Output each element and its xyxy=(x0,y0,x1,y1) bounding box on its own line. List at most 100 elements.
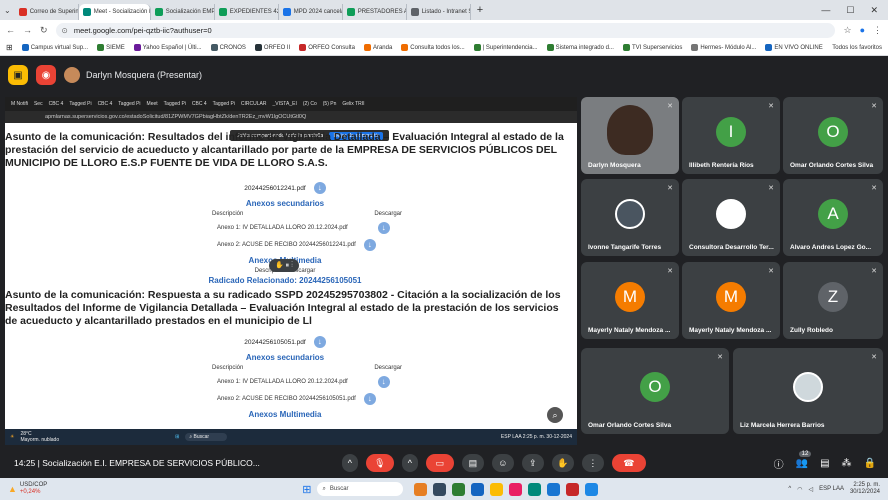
participant-tile[interactable]: ✕ Ivonne Tangarife Torres xyxy=(581,179,679,256)
tab-search-icon[interactable]: ⌄ xyxy=(4,6,11,15)
browser-tab[interactable]: Correo de Superintendencia de✕ xyxy=(15,4,79,20)
bookmark-icon xyxy=(133,43,141,51)
host-controls-icon[interactable]: 🔒 xyxy=(864,458,876,469)
menu-icon[interactable]: ⋮ xyxy=(873,25,882,36)
download-icon[interactable]: ↓ xyxy=(313,182,326,194)
browser-tab[interactable]: EXPEDIENTES 420 (13).xlsx - Ho✕ xyxy=(215,4,279,20)
browser-tab[interactable]: Meet - Socialización E.I. EM✕ xyxy=(78,4,151,20)
bookmark-icon xyxy=(401,43,409,51)
activities-icon[interactable]: ⁂ xyxy=(842,458,852,469)
info-icon[interactable]: ⓘ xyxy=(774,456,784,471)
wifi-icon[interactable]: ◠ xyxy=(797,486,802,493)
bookmark-item[interactable]: ORFEO Consulta xyxy=(299,43,355,51)
download-icon[interactable]: ↓ xyxy=(363,239,376,251)
download-icon[interactable]: ↓ xyxy=(377,376,390,388)
url-input[interactable]: ⊙ meet.google.com/pei-qztb-iic?authuser=… xyxy=(55,22,836,38)
bookmark-item[interactable]: Aranda xyxy=(363,43,392,51)
explorer-icon[interactable] xyxy=(471,482,485,496)
forward-icon[interactable]: → xyxy=(23,25,32,35)
meeting-info: 14:25 | Socialización E.I. EMPRESA DE SE… xyxy=(14,458,260,468)
participant-tile[interactable]: O ✕ Omar Orlando Cortes Silva xyxy=(581,348,729,434)
maximize-icon[interactable]: ☐ xyxy=(846,5,854,16)
reload-icon[interactable]: ↻ xyxy=(40,25,48,36)
raise-hand-button[interactable]: ✋ xyxy=(551,454,574,472)
participant-name: Consultora Desarrollo Ter... xyxy=(689,244,774,251)
acrobat-icon[interactable] xyxy=(566,482,580,496)
all-bookmarks[interactable]: Todos los favoritos xyxy=(832,45,882,51)
camera-options-icon[interactable]: ^ xyxy=(401,454,418,472)
floating-controls[interactable]: ✋ ⏸ ⋮ xyxy=(269,259,299,272)
participant-tile[interactable]: ✕ Liz Marcela Herrera Barrios xyxy=(733,348,883,434)
tray-chevron-icon[interactable]: ^ xyxy=(788,486,791,492)
excel-icon[interactable] xyxy=(452,482,466,496)
inner-search[interactable]: ⌕ Buscar xyxy=(185,433,228,441)
bookmark-item[interactable]: Campus virtual Sup... xyxy=(21,43,88,51)
screen-share-icon[interactable]: ▣ xyxy=(8,65,28,85)
leave-call-button[interactable]: ☎ xyxy=(611,454,646,472)
participant-tile[interactable]: ✕ Darlyn Mosquera xyxy=(581,97,679,174)
download-icon[interactable]: ↓ xyxy=(363,393,376,405)
download-icon[interactable]: ↓ xyxy=(377,222,390,234)
browser-tab[interactable]: PRESTADORES ACU -NO TRATA✕ xyxy=(343,4,407,20)
people-icon[interactable]: 👥 12 xyxy=(796,450,812,469)
apps-icon[interactable]: ⊞ xyxy=(6,43,13,52)
participant-tile[interactable]: M ✕ Mayerly Nataly Mendoza ... xyxy=(682,262,780,339)
inner-tab: Tagged Pi xyxy=(69,101,92,107)
windows-icon[interactable]: ⊞ xyxy=(175,434,179,440)
mic-muted-icon: ✕ xyxy=(667,268,673,275)
browser-tab[interactable]: MPD 2024 cancelación de ofic✕ xyxy=(279,4,343,20)
chrome-icon[interactable] xyxy=(490,482,504,496)
app-icon[interactable] xyxy=(528,482,542,496)
browser-tab[interactable]: Socialización EMPRESA DE SER✕ xyxy=(151,4,215,20)
participant-tile[interactable]: ✕ Consultora Desarrollo Ter... xyxy=(682,179,780,256)
download-icon[interactable]: ↓ xyxy=(313,336,326,348)
bookmark-item[interactable]: Consulta todos los... xyxy=(401,43,465,51)
windows-start-icon[interactable]: ⊞ xyxy=(302,483,311,496)
bookmark-star-icon[interactable]: ☆ xyxy=(843,25,851,36)
participant-tile[interactable]: A ✕ Alvaro Andres Lopez Go... xyxy=(783,179,883,256)
bookmark-item[interactable]: Hermes- Módulo Al... xyxy=(691,43,756,51)
minimize-icon[interactable]: — xyxy=(821,5,830,16)
taskbar-search[interactable]: ⌕ Buscar xyxy=(317,482,404,496)
close-window-icon[interactable]: ✕ xyxy=(870,5,878,16)
word-icon[interactable] xyxy=(585,482,599,496)
profile-icon[interactable]: ● xyxy=(860,25,865,35)
mic-off-button[interactable]: 🎙 xyxy=(365,454,394,472)
back-icon[interactable]: ← xyxy=(6,25,15,35)
bookmark-item[interactable]: SIEME xyxy=(97,43,125,51)
participant-tile[interactable]: O ✕ Omar Orlando Cortes Silva xyxy=(783,97,883,174)
app-icon[interactable] xyxy=(509,482,523,496)
chat-icon[interactable]: ▤ xyxy=(820,458,829,469)
emoji-button[interactable]: ☺ xyxy=(491,454,514,472)
participant-tile[interactable]: I ✕ Illibeth Rentería Ríos xyxy=(682,97,780,174)
participant-avatar xyxy=(716,198,746,229)
bookmark-item[interactable]: ORFEO II xyxy=(254,43,290,51)
participant-tile[interactable]: M ✕ Mayerly Nataly Mendoza ... xyxy=(581,262,679,339)
record-icon[interactable]: ◉ xyxy=(36,65,56,85)
bookmark-item[interactable]: | Superintendencia... xyxy=(473,43,538,51)
bookmark-item[interactable]: Sistema integrado d... xyxy=(546,43,614,51)
bookmark-item[interactable]: TVI Superservicios xyxy=(622,43,682,51)
tab-favicon-icon xyxy=(410,8,419,16)
outlook-icon[interactable] xyxy=(547,482,561,496)
mic-options-icon[interactable]: ^ xyxy=(341,454,358,472)
bookmark-item[interactable]: EN VIVO ONLINE xyxy=(765,43,823,51)
widgets-icon[interactable] xyxy=(414,482,428,496)
present-button[interactable]: ⇪ xyxy=(521,454,544,472)
site-info-icon[interactable]: ⊙ xyxy=(62,26,68,35)
scroll-down-icon[interactable]: ⌕ xyxy=(547,407,563,423)
bookmark-item[interactable]: CRONOS xyxy=(210,43,246,51)
captions-button[interactable]: ▤ xyxy=(461,454,484,472)
inner-tab: CBC 4 xyxy=(191,101,207,107)
camera-off-button[interactable]: ▭ xyxy=(425,454,454,472)
more-options-button[interactable]: ⋮ xyxy=(581,454,604,472)
task-view-icon[interactable] xyxy=(433,482,447,496)
bookmark-item[interactable]: Yahoo Español | Últi... xyxy=(133,43,202,51)
participant-avatar xyxy=(615,198,645,229)
inner-tab: Tagged Pi xyxy=(118,101,141,107)
bookmark-icon xyxy=(254,43,262,51)
browser-tab[interactable]: Listado - Intranet SGDEA Super✕ xyxy=(407,4,471,20)
volume-icon[interactable]: ◁ xyxy=(808,486,813,493)
participant-tile[interactable]: Z ✕ Zully Robledo xyxy=(783,262,883,339)
new-tab-button[interactable]: + xyxy=(477,4,483,16)
